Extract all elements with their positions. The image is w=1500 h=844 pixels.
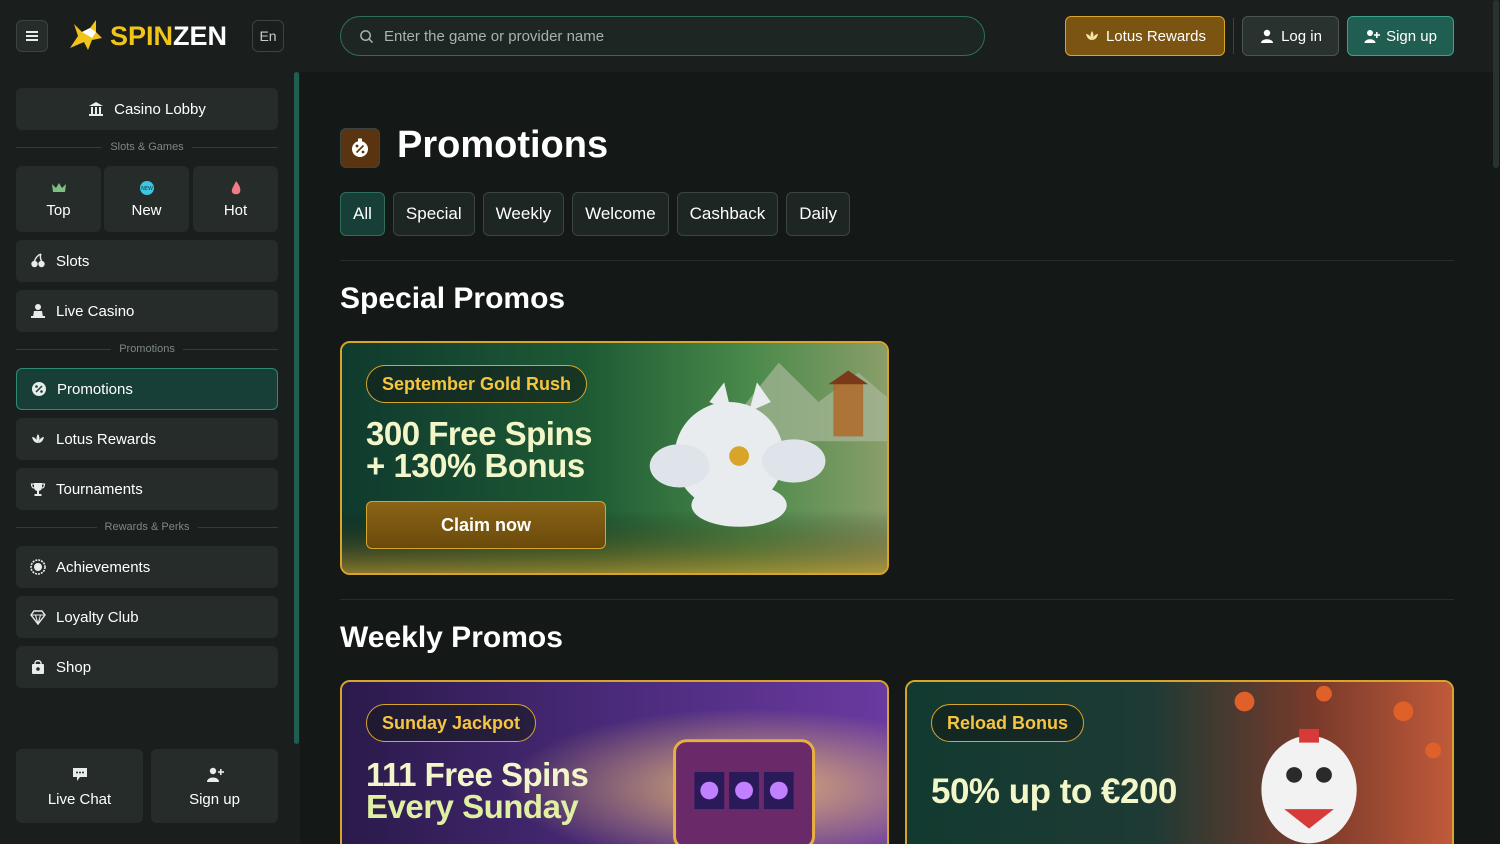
sidebar: Casino Lobby Slots & Games Top NEW New H… xyxy=(0,72,300,844)
sidebar-separator-rewards: Rewards & Perks xyxy=(16,520,278,534)
tab-weekly[interactable]: Weekly xyxy=(482,192,565,236)
lotus-rewards-label: Lotus Rewards xyxy=(1105,27,1207,45)
dealer-icon xyxy=(31,304,45,318)
sidebar-item-loyalty-club[interactable]: Loyalty Club xyxy=(16,596,278,638)
sidebar-item-label: Shop xyxy=(56,658,92,676)
lotus-icon xyxy=(32,434,44,443)
promo-tag: Reload Bonus xyxy=(931,704,1085,742)
login-button[interactable]: Log in xyxy=(1242,16,1339,56)
sidebar-tile-label: New xyxy=(131,201,162,219)
sidebar-item-achievements[interactable]: Achievements xyxy=(16,546,278,588)
sidebar-item-label: Lotus Rewards xyxy=(56,430,157,448)
svg-text:NEW: NEW xyxy=(141,186,153,192)
sidebar-signup-button[interactable]: Sign up xyxy=(151,749,278,823)
special-promos-heading: Special Promos xyxy=(340,282,566,315)
cherries-icon xyxy=(31,253,45,268)
signup-label: Sign up xyxy=(1386,27,1437,45)
crown-icon xyxy=(51,182,66,192)
sidebar-item-promotions[interactable]: Promotions xyxy=(16,368,278,410)
user-icon xyxy=(1261,29,1274,43)
sidebar-item-live-casino[interactable]: Live Casino xyxy=(16,290,278,332)
promo-tag: September Gold Rush xyxy=(366,365,588,403)
trophy-icon xyxy=(30,483,46,496)
percent-badge-icon xyxy=(32,382,46,396)
sidebar-separator-games: Slots & Games xyxy=(16,140,278,154)
sidebar-signup-label: Sign up xyxy=(189,790,240,808)
page-title: Promotions xyxy=(397,124,609,166)
sidebar-tile-top[interactable]: Top xyxy=(16,166,101,232)
sidebar-item-label: Tournaments xyxy=(56,480,143,498)
sidebar-item-label: Casino Lobby xyxy=(114,100,206,118)
sidebar-item-shop[interactable]: Shop xyxy=(16,646,278,688)
sidebar-item-label: Promotions xyxy=(57,380,133,398)
separator-label: Rewards & Perks xyxy=(104,521,190,533)
promo-subheadline: Every Sunday xyxy=(366,788,579,825)
live-chat-label: Live Chat xyxy=(47,790,112,808)
search-bar[interactable] xyxy=(340,16,985,56)
sidebar-item-slots[interactable]: Slots xyxy=(16,240,278,282)
sidebar-item-lotus-rewards[interactable]: Lotus Rewards xyxy=(16,418,278,460)
promo-headline: 50% up to €200 xyxy=(931,772,1177,811)
temple-icon xyxy=(89,102,104,116)
tab-cashback[interactable]: Cashback xyxy=(676,192,779,236)
sidebar-tile-label: Top xyxy=(46,201,71,219)
lotus-icon xyxy=(1085,31,1098,40)
spinzen-logo[interactable]: SPINZEN xyxy=(66,18,227,54)
sidebar-item-label: Slots xyxy=(56,252,90,270)
medal-icon xyxy=(30,559,46,575)
separator-label: Promotions xyxy=(119,343,175,355)
section-divider xyxy=(340,599,1454,600)
language-button[interactable]: En xyxy=(252,20,284,52)
new-badge-icon: NEW xyxy=(139,180,154,195)
top-header: SPINZEN En Lotus Rewards Log in Sign up xyxy=(0,0,1500,72)
page-scrollbar[interactable] xyxy=(1493,0,1499,168)
fox-logo-icon xyxy=(70,20,102,50)
promo-card-reload-bonus[interactable]: Reload Bonus 50% up to €200 xyxy=(905,680,1454,844)
login-label: Log in xyxy=(1281,27,1322,45)
tab-all[interactable]: All xyxy=(340,192,385,236)
separator-label: Slots & Games xyxy=(110,141,184,153)
header-divider xyxy=(1233,18,1234,54)
promo-card-september-gold-rush[interactable]: September Gold Rush 300 Free Spins + 130… xyxy=(340,341,889,575)
section-divider xyxy=(340,260,1454,261)
lotus-rewards-button[interactable]: Lotus Rewards xyxy=(1065,16,1225,56)
live-chat-button[interactable]: Live Chat xyxy=(16,749,143,823)
sidebar-tile-hot[interactable]: Hot xyxy=(193,166,278,232)
sidebar-item-label: Loyalty Club xyxy=(56,608,139,626)
promo-card-sunday-jackpot[interactable]: Sunday Jackpot 111 Free Spins Every Sund… xyxy=(340,680,889,844)
sidebar-tile-label: Hot xyxy=(223,201,248,219)
promo-subheadline: + 130% Bonus xyxy=(366,447,585,484)
sidebar-item-casino-lobby[interactable]: Casino Lobby xyxy=(16,88,278,130)
search-icon xyxy=(360,29,374,43)
tab-daily[interactable]: Daily xyxy=(786,192,851,236)
sidebar-item-tournaments[interactable]: Tournaments xyxy=(16,468,278,510)
hamburger-menu-button[interactable] xyxy=(16,20,48,52)
add-user-icon xyxy=(206,767,224,782)
claim-now-button[interactable]: Claim now xyxy=(366,501,606,549)
weekly-promos-heading: Weekly Promos xyxy=(340,621,563,654)
chat-bubble-icon xyxy=(72,767,87,781)
tab-special[interactable]: Special xyxy=(392,192,475,236)
sidebar-scrollbar[interactable] xyxy=(294,72,299,744)
signup-button[interactable]: Sign up xyxy=(1347,16,1454,56)
tab-welcome[interactable]: Welcome xyxy=(572,192,669,236)
flame-icon xyxy=(231,180,240,194)
promo-filter-tabs: All Special Weekly Welcome Cashback Dail… xyxy=(340,192,851,236)
diamond-icon xyxy=(30,610,46,625)
add-user-icon xyxy=(1364,30,1381,43)
hamburger-icon xyxy=(26,31,38,41)
logo-text-zen: ZEN xyxy=(173,20,228,51)
sidebar-tile-new[interactable]: NEW New xyxy=(104,166,189,232)
percent-badge-icon xyxy=(352,138,368,157)
sidebar-item-label: Live Casino xyxy=(56,302,135,320)
logo-text-spin: SPIN xyxy=(110,20,174,51)
search-input[interactable] xyxy=(384,27,944,45)
sidebar-separator-promotions: Promotions xyxy=(16,342,278,356)
promotions-title-badge xyxy=(340,128,380,168)
sidebar-item-label: Achievements xyxy=(56,558,151,576)
promo-tag: Sunday Jackpot xyxy=(366,704,537,742)
shopping-bag-icon xyxy=(32,660,44,674)
